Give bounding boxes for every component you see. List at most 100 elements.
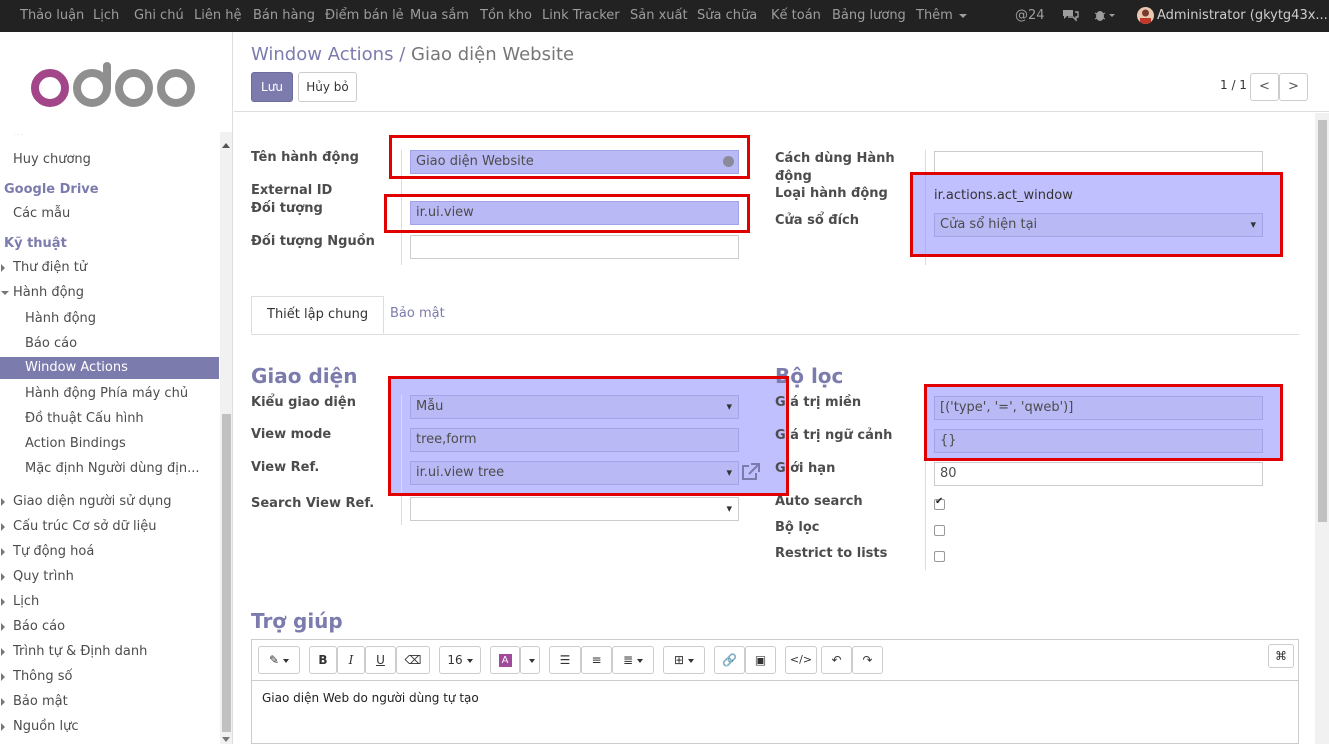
view-type-label: Kiểu giao diện — [251, 395, 356, 410]
sidebar-item-huy-chuong[interactable]: Huy chương — [13, 152, 91, 167]
sidebar-header-google-drive: Google Drive — [4, 182, 99, 197]
font-size-dropdown[interactable]: 16 — [439, 646, 481, 674]
menu-item[interactable]: Điểm bán lẻ — [325, 8, 404, 23]
sidebar-item-sequences[interactable]: Trình tự & Định danh — [13, 644, 147, 659]
auto-search-checkbox[interactable] — [934, 496, 945, 510]
menu-item[interactable]: Thảo luận — [20, 8, 84, 23]
source-object-input[interactable] — [410, 235, 739, 259]
debug-bug-icon[interactable] — [1094, 8, 1116, 26]
sidebar-item-workflows[interactable]: Quy trình — [13, 569, 74, 584]
expand-caret-icon[interactable] — [1, 673, 5, 681]
tab-general-settings[interactable]: Thiết lập chung — [251, 296, 385, 334]
expand-caret-icon[interactable] — [1, 698, 5, 706]
menu-item[interactable]: Sản xuất — [630, 8, 688, 23]
table-icon[interactable]: ⊞ — [663, 646, 705, 674]
redo-icon[interactable]: ↷ — [852, 646, 883, 674]
expand-caret-icon[interactable] — [1, 598, 5, 606]
search-view-select[interactable] — [410, 497, 739, 521]
sidebar-item-calendar[interactable]: Lịch — [13, 594, 39, 609]
sidebar-item-resources[interactable]: Nguồn lực — [13, 719, 79, 734]
help-text[interactable]: Giao diện Web do người dùng tự tạo — [262, 691, 479, 705]
image-icon[interactable]: ▣ — [745, 646, 776, 674]
expand-caret-icon[interactable] — [1, 523, 5, 531]
bold-icon[interactable]: B — [309, 646, 337, 674]
action-usage-label: Cách dùng Hành động — [775, 151, 895, 184]
italic-icon[interactable]: I — [337, 646, 365, 674]
expand-caret-icon[interactable] — [1, 548, 5, 556]
sidebar-item-server-actions[interactable]: Hành động Phía máy chủ — [25, 386, 188, 401]
expand-caret-icon[interactable] — [1, 623, 5, 631]
sidebar-item-database-structure[interactable]: Cấu trúc Cơ sở dữ liệu — [13, 519, 156, 534]
sidebar-item-actions-sub[interactable]: Hành động — [25, 311, 96, 326]
menu-item[interactable]: Lịch — [93, 8, 119, 23]
avatar[interactable] — [1137, 7, 1154, 24]
scroll-down-arrow-icon[interactable] — [222, 737, 230, 742]
main-scroll-thumb[interactable] — [1318, 120, 1327, 522]
expand-caret-icon[interactable] — [1, 648, 5, 656]
underline-icon[interactable]: U — [365, 646, 396, 674]
sidebar-item-parameters[interactable]: Thông số — [13, 669, 72, 684]
help-editor[interactable]: Giao diện Web do người dùng tự tạo — [251, 681, 1299, 744]
font-color-icon[interactable]: A — [490, 646, 520, 674]
sidebar-scroll-thumb[interactable] — [222, 414, 231, 732]
link-icon[interactable]: 🔗 — [714, 646, 745, 674]
user-menu[interactable]: Administrator (gkytg43x... — [1157, 8, 1328, 23]
sidebar-item-user-defaults[interactable]: Mặc định Người dùng địn... — [25, 461, 199, 476]
limit-input[interactable]: 80 — [934, 462, 1263, 486]
discard-button[interactable]: Hủy bỏ — [298, 72, 357, 102]
menu-item[interactable]: Link Tracker — [542, 8, 620, 23]
expand-caret-icon[interactable] — [1, 723, 5, 731]
chat-icon[interactable] — [1062, 8, 1079, 26]
breadcrumb-parent[interactable]: Window Actions — [251, 44, 393, 65]
translate-icon[interactable]: ⌘ — [1268, 644, 1294, 668]
pager-previous-button[interactable]: < — [1250, 73, 1279, 101]
code-view-icon[interactable]: </> — [785, 646, 817, 674]
menu-item[interactable]: Bán hàng — [253, 8, 315, 23]
sidebar-item-config-wizards[interactable]: Đồ thuật Cấu hình — [25, 411, 144, 426]
magic-wand-style-icon[interactable]: ✎ — [258, 646, 300, 674]
breadcrumb: Window Actions / Giao diện Website — [251, 44, 574, 65]
breadcrumb-current: Giao diện Website — [411, 44, 575, 65]
sidebar: ··· Huy chương Google Drive Các mẫu Kỹ t… — [0, 32, 233, 744]
menu-item[interactable]: Sửa chữa — [697, 8, 757, 23]
menu-item[interactable]: Bảng lương — [832, 8, 906, 23]
more-menu[interactable]: Thêm — [916, 8, 967, 23]
sidebar-item-email[interactable]: Thư điện tử — [13, 260, 87, 275]
pager-next-button[interactable]: > — [1279, 73, 1308, 101]
mentions-counter[interactable]: @24 — [1015, 8, 1045, 23]
sidebar-item-window-actions[interactable]: Window Actions — [0, 357, 219, 379]
sidebar-item-action-bindings[interactable]: Action Bindings — [25, 436, 126, 451]
expand-caret-icon[interactable] — [1, 573, 5, 581]
undo-icon[interactable]: ↶ — [821, 646, 852, 674]
sidebar-item-user-interface[interactable]: Giao diện người sử dụng — [13, 494, 172, 509]
filter-checkbox[interactable] — [934, 525, 945, 536]
restrict-checkbox[interactable] — [934, 551, 945, 562]
sidebar-item-templates[interactable]: Các mẫu — [13, 206, 70, 221]
sidebar-item-reporting[interactable]: Báo cáo — [13, 619, 65, 634]
unordered-list-icon[interactable]: ☰ — [549, 646, 581, 674]
sidebar-item-actions[interactable]: Hành động — [13, 285, 84, 300]
expand-caret-icon[interactable] — [1, 498, 5, 506]
menu-item[interactable]: Tồn kho — [480, 8, 532, 23]
tab-security[interactable]: Bảo mật — [375, 296, 460, 334]
scroll-up-arrow-icon[interactable] — [222, 143, 230, 148]
eraser-icon[interactable]: ⌫ — [396, 646, 430, 674]
sidebar-item-automation[interactable]: Tự động hoá — [13, 544, 94, 559]
menu-item[interactable]: Kế toán — [771, 8, 821, 23]
tab-divider — [251, 334, 1299, 335]
menu-item[interactable]: Ghi chú — [134, 8, 184, 23]
sidebar-item-security[interactable]: Bảo mật — [13, 694, 68, 709]
expand-caret-icon[interactable] — [1, 264, 5, 272]
annotation-box — [910, 172, 1283, 257]
odoo-logo[interactable] — [30, 62, 200, 116]
color-dropdown-caret-icon[interactable] — [520, 646, 540, 674]
save-button[interactable]: Lưu — [251, 72, 293, 102]
collapse-caret-icon[interactable] — [1, 291, 9, 295]
paragraph-align-icon[interactable]: ≣ — [612, 646, 654, 674]
menu-item[interactable]: Mua sắm — [410, 8, 469, 23]
action-name-label: Tên hành động — [251, 150, 359, 165]
menu-item[interactable]: Liên hệ — [194, 8, 241, 23]
ordered-list-icon[interactable]: ≡ — [581, 646, 612, 674]
context-label: Giá trị ngữ cảnh — [775, 428, 893, 443]
sidebar-item-reports[interactable]: Báo cáo — [25, 336, 77, 351]
